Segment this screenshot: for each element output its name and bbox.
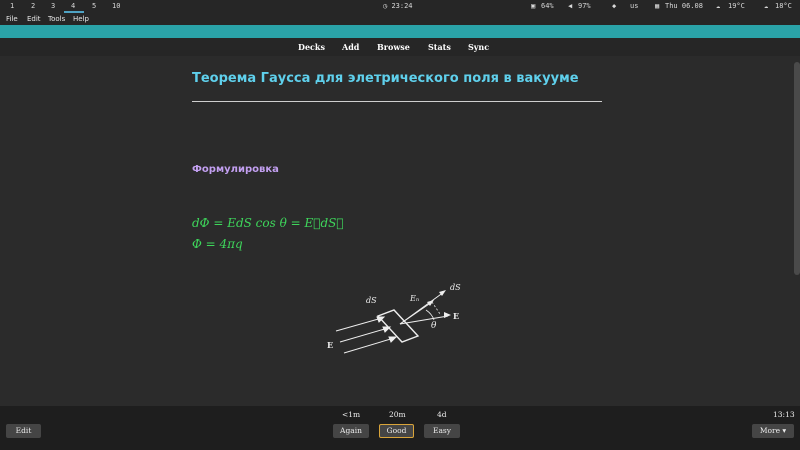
nav-sync[interactable]: Sync — [468, 42, 489, 52]
scrollbar[interactable] — [794, 56, 800, 406]
label-theta: θ — [431, 321, 437, 331]
weather-temp-1: 19°C — [728, 2, 745, 10]
volume-icon: ◀ — [568, 2, 573, 10]
system-bar: 1 2 3 4 5 10 ◷ 23:24 ▣ 64% ◀ 97% ◆ us ▦ … — [0, 0, 800, 13]
date[interactable]: Thu 06.08 — [665, 2, 703, 10]
label-e-vector: E — [453, 311, 459, 321]
menu-help[interactable]: Help — [73, 15, 89, 23]
toolbar-accent-strip — [0, 25, 800, 38]
workspace-10[interactable]: 10 — [112, 2, 120, 10]
flux-diagram: dS Eₙ dS θ E E — [327, 283, 461, 354]
workspace-4[interactable]: 4 — [71, 2, 75, 10]
easy-button[interactable]: Easy — [424, 424, 460, 438]
cloud-icon: ☁ — [716, 2, 721, 10]
battery-level: 64% — [541, 2, 554, 10]
interval-good: 20m — [389, 410, 406, 419]
wifi-icon: ◆ — [612, 2, 617, 10]
formula-flux: dΦ = EdS cos θ = E⃗dS⃗ — [192, 216, 344, 230]
volume-level: 97% — [578, 2, 591, 10]
more-button[interactable]: More ▾ — [752, 424, 794, 438]
clock-time: 23:24 — [391, 2, 413, 10]
clock-icon: ◷ — [383, 2, 388, 10]
top-nav: Decks Add Browse Stats Sync — [0, 38, 800, 56]
section-heading: Формулировка — [192, 164, 279, 175]
weather-temp-2: 18°C — [775, 2, 792, 10]
answer-bar: Edit <1m 20m 4d Again Good Easy 13:13 Mo… — [0, 406, 800, 450]
scrollbar-thumb[interactable] — [794, 62, 800, 275]
workspace-1[interactable]: 1 — [10, 2, 14, 10]
interval-easy: 4d — [437, 410, 447, 419]
label-ds-vector: dS — [450, 283, 461, 292]
menu-tools[interactable]: Tools — [48, 15, 65, 23]
workspace-2[interactable]: 2 — [31, 2, 35, 10]
menu-file[interactable]: File — [6, 15, 18, 23]
good-button[interactable]: Good — [379, 424, 414, 438]
label-e-field: E — [327, 340, 333, 350]
card-title: Теорема Гаусса для элетрического поля в … — [192, 71, 579, 86]
workspace-5[interactable]: 5 — [92, 2, 96, 10]
card-view[interactable]: Теорема Гаусса для элетрического поля в … — [0, 56, 800, 406]
clock[interactable]: ◷ 23:24 — [383, 2, 413, 10]
keyboard-layout[interactable]: us — [630, 2, 638, 10]
calendar-icon: ▦ — [655, 2, 660, 10]
menu-bar: File Edit Tools Help — [0, 13, 800, 25]
workspace-3[interactable]: 3 — [51, 2, 55, 10]
timer: 13:13 — [773, 410, 795, 419]
formula-gauss: Φ = 4πq — [192, 237, 243, 251]
battery-icon: ▣ — [531, 2, 536, 10]
nav-decks[interactable]: Decks — [298, 42, 325, 52]
interval-again: <1m — [342, 410, 361, 419]
nav-add[interactable]: Add — [342, 42, 359, 52]
again-button[interactable]: Again — [333, 424, 369, 438]
menu-edit[interactable]: Edit — [27, 15, 41, 23]
nav-browse[interactable]: Browse — [377, 42, 410, 52]
nav-stats[interactable]: Stats — [428, 42, 451, 52]
cloud-icon: ☁ — [764, 2, 769, 10]
divider — [192, 101, 602, 102]
label-en: Eₙ — [409, 294, 419, 303]
edit-button[interactable]: Edit — [6, 424, 41, 438]
label-ds-surface: dS — [366, 296, 377, 305]
